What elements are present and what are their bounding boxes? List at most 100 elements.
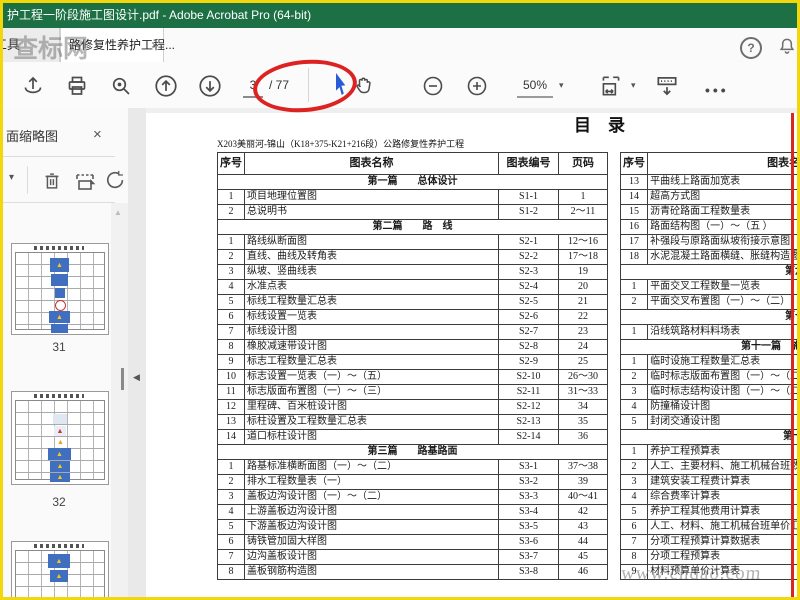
table-row: 5 标线工程数量汇总表 S2-5 21 — [217, 294, 608, 310]
scroll-up-icon[interactable]: ▲ — [114, 208, 122, 217]
search-icon[interactable] — [108, 73, 134, 99]
table-row: 2 临时标志版面布置图（一）～（二） — [619, 369, 797, 385]
delete-page-icon[interactable] — [41, 169, 63, 193]
section-row: 第一篇 总体设计 — [217, 174, 608, 190]
panel-toolbar-separator — [27, 166, 28, 194]
next-page-icon[interactable] — [197, 73, 223, 99]
traffic-sign-image — [55, 300, 66, 311]
zoom-dropdown-icon[interactable]: ▾ — [559, 80, 564, 91]
thumbnail-label[interactable]: 32 — [11, 495, 107, 509]
toc-table: 序号 图表名称 图表编号 页码 第一篇 总体设计 1 项目地理位置图 S1-1 1 2 总说明书 S1… — [217, 152, 608, 580]
tab-close-icon[interactable]: × — [151, 28, 158, 62]
table-row: 3 建筑安装工程费计算表 — [619, 474, 797, 490]
table-row: 6 铸铁管加固大样图 S3-6 44 — [217, 534, 608, 550]
thumbnail-title-strip — [34, 394, 84, 398]
zoom-level-input[interactable]: 50% — [517, 76, 553, 98]
zoom-in-icon[interactable] — [464, 73, 490, 99]
table-row: 1 项目地理位置图 S1-1 1 — [217, 189, 608, 205]
traffic-sign-image — [51, 274, 68, 286]
table-row: 18 水泥混凝土路面横缝、胀缝构造图 — [619, 249, 797, 265]
window-title: 护工程一阶段施工图设计.pdf - Adobe Acrobat Pro (64-… — [7, 8, 312, 22]
previous-page-icon[interactable] — [153, 73, 179, 99]
table-row: 6 标线设置一览表 S2-6 22 — [217, 309, 608, 325]
watermark-top-left: 查标网 — [13, 36, 89, 63]
toc-table: 序号图表名称13平曲线上路面加宽表14超高方式图15沥青砼路面工程数量表16路面… — [619, 152, 797, 580]
panel-collapse-icon[interactable]: ◀ — [133, 372, 140, 383]
document-pane[interactable]: 目 录 X203美丽河-锦山（K18+375-K21+216段）公路修复性养护工… — [146, 108, 797, 597]
zoom-out-icon[interactable] — [420, 73, 446, 99]
table-row: 5 封闭交通设计图 — [619, 414, 797, 430]
table-row: 2 总说明书 S1-2 2～11 — [217, 204, 608, 220]
traffic-sign-image: ▲ — [50, 473, 70, 482]
section-row: 第十篇 — [620, 309, 797, 325]
traffic-sign-image: ▲ — [54, 426, 66, 436]
table-row: 15 沥青砼路面工程数量表 — [619, 204, 797, 220]
help-icon[interactable]: ? — [740, 37, 762, 59]
fit-width-icon[interactable] — [598, 73, 624, 99]
print-icon[interactable] — [64, 73, 90, 99]
traffic-sign-image — [51, 324, 68, 333]
table-row: 4 防撞桶设计图 — [619, 399, 797, 415]
table-row: 7 标线设计图 S2-7 23 — [217, 324, 608, 340]
thumbnails-panel: 面缩略图 × ▾ ▲ ▲ ▲ 31 ▲ ▲ ▲ ▲ ▲ 32 ▲ ▲ — [3, 108, 128, 597]
traffic-sign-image: ▲ — [48, 448, 71, 460]
table-row: 13 平曲线上路面加宽表 — [619, 174, 797, 190]
fit-dropdown-icon[interactable]: ▾ — [631, 80, 636, 91]
table-header-row: 序号图表名称 — [619, 152, 797, 175]
panel-divider — [3, 156, 115, 157]
table-row: 1 平面交叉工程数量一览表 — [619, 279, 797, 295]
table-row: 17 补强段与原路面纵坡衔接示意图 — [619, 234, 797, 250]
traffic-sign-image: ▲ — [56, 438, 65, 447]
table-row: 12 里程碑、百米桩设计图 S2-12 34 — [217, 399, 608, 415]
page-thumbnail-next[interactable]: ▲ ▲ — [11, 541, 109, 597]
page-thumbnail-32[interactable]: ▲ ▲ ▲ ▲ ▲ — [11, 391, 109, 485]
red-line-annotation — [791, 113, 794, 597]
panel-divider — [3, 202, 115, 203]
panel-options-dropdown-icon[interactable]: ▾ — [9, 172, 14, 183]
table-header-row: 序号 图表名称 图表编号 页码 — [217, 152, 608, 175]
notification-bell-icon[interactable] — [777, 36, 797, 56]
table-row: 2 直线、曲线及转角表 S2-2 17～18 — [217, 249, 608, 265]
toc-table-right: 序号图表名称13平曲线上路面加宽表14超高方式图15沥青砼路面工程数量表16路面… — [619, 152, 797, 580]
table-row: 1 养护工程预算表 — [619, 444, 797, 460]
table-row: 5 养护工程其他费用计算表 — [619, 504, 797, 520]
project-name: X203美丽河-锦山（K18+375-K21+216段）公路修复性养护工程 — [217, 139, 465, 149]
table-row: 14 超高方式图 — [619, 189, 797, 205]
table-row: 4 综合费率计算表 — [619, 489, 797, 505]
toolbar-panel-icon[interactable] — [654, 73, 680, 99]
page-thumbnail-31[interactable]: ▲ ▲ — [11, 243, 109, 335]
rotate-page-icon[interactable] — [105, 169, 127, 193]
crop-page-icon[interactable] — [73, 169, 97, 193]
thumbnail-title-strip — [34, 246, 84, 250]
thumbnails-panel-title: 面缩略图 — [6, 129, 59, 144]
splitter-drag-handle[interactable] — [121, 368, 124, 390]
tab-bar: 工具 路修复性养护工程... × ? — [3, 28, 797, 63]
table-row: 3 盖板边沟设计图（一）～（二） S3-3 40～41 — [217, 489, 608, 505]
traffic-sign-image: ▲ — [50, 258, 69, 272]
thumbnail-label[interactable]: 31 — [11, 340, 107, 354]
table-row: 14 道口标柱设计图 S2-14 36 — [217, 429, 608, 445]
panel-splitter[interactable]: ◀ — [121, 108, 146, 597]
section-row: 第三篇 路基路面 — [217, 444, 608, 460]
panel-close-icon[interactable]: × — [93, 126, 102, 143]
table-row: 11 标志版面布置图（一）～（三） S2-11 31～33 — [217, 384, 608, 400]
section-row: 第二篇 路 线 — [217, 219, 608, 235]
toc-table-left: 序号 图表名称 图表编号 页码 第一篇 总体设计 1 项目地理位置图 S1-1 1 2 总说明书 S1… — [217, 152, 608, 580]
table-row: 7 边沟盖板设计图 S3-7 45 — [217, 549, 608, 565]
table-row: 8 盖板钢筋构造图 S3-8 46 — [217, 564, 608, 580]
table-row: 10 标志设置一览表（一）～（五） S2-10 26～30 — [217, 369, 608, 385]
traffic-sign-image: ▲ — [50, 461, 70, 472]
panel-scrollbar[interactable] — [111, 203, 128, 597]
section-row: 第六篇 — [620, 264, 797, 280]
table-row: 6人工、材料、施工机械台班单价汇总表 — [619, 519, 797, 535]
table-row: 1 路线纵断面图 S2-1 12～16 — [217, 234, 608, 250]
watermark-bottom-right: www.chdao.com — [620, 563, 763, 584]
thumbnail-title-strip — [34, 544, 84, 548]
share-icon[interactable] — [20, 73, 46, 99]
table-row: 1 沿线筑路材料料场表 — [619, 324, 797, 340]
pane-background-strip — [146, 108, 797, 113]
table-row: 16 路面结构图（一）～（五 ） — [619, 219, 797, 235]
table-row: 4 水准点表 S2-4 20 — [217, 279, 608, 295]
section-row: 第十二篇 — [620, 429, 797, 445]
more-tools-icon[interactable]: ••• — [705, 82, 729, 98]
